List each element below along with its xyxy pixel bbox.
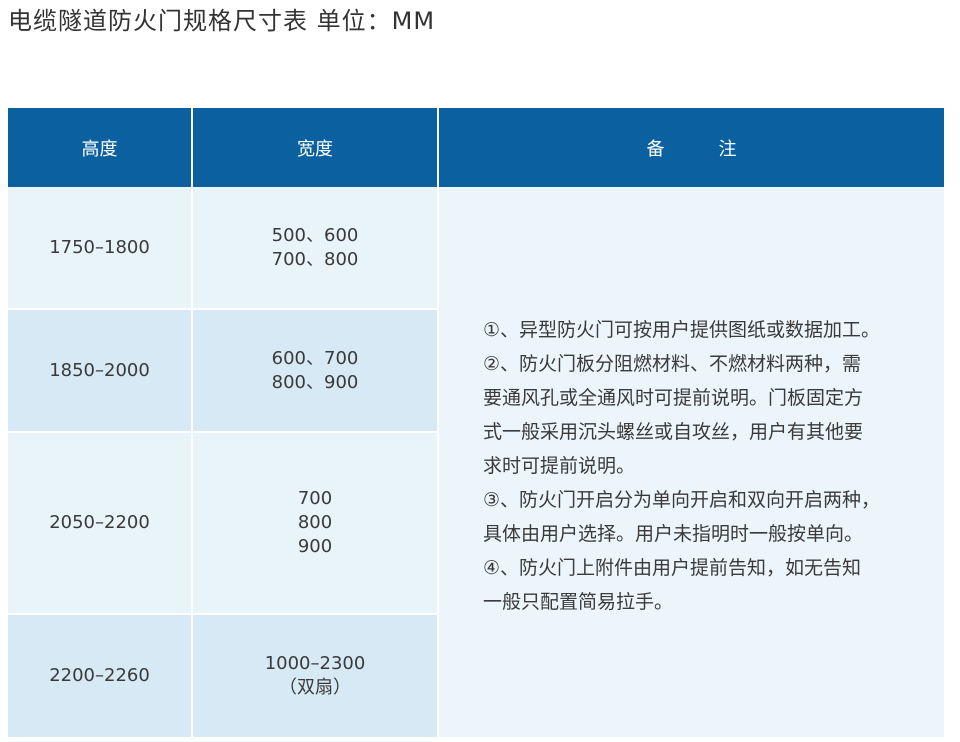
width-value: 500、600 xyxy=(271,224,359,246)
header-remarks: 备 注 xyxy=(438,108,944,187)
remark-line: 要通风孔或全通风时可提前说明。门板固定方 xyxy=(483,387,864,409)
width-value: 800 xyxy=(297,512,333,533)
remark-line: 一般只配置简易拉手。 xyxy=(483,591,674,613)
width-value: 700 xyxy=(297,488,333,509)
spec-table: 高度 宽度 备 注 1750–1800 500、600 700、800 ①、异型… xyxy=(8,108,944,739)
remark-line: ③、防火门开启分为单向开启和双向开启两种， xyxy=(483,489,881,511)
width-cell: 500、600 700、800 xyxy=(192,187,439,310)
width-cell: 1000–2300 （双扇） xyxy=(192,614,439,739)
remark-line: 具体由用户选择。用户未指明时一般按单向。 xyxy=(483,523,864,545)
height-cell: 2200–2260 xyxy=(8,614,193,739)
remark-line: 式一般采用沉头螺丝或自攻丝，用户有其他要 xyxy=(483,421,864,443)
page-title: 电缆隧道防火门规格尺寸表 单位：MM xyxy=(8,7,436,35)
remark-line: 求时可提前说明。 xyxy=(483,455,636,477)
table-header-row: 高度 宽度 备 注 xyxy=(8,108,944,187)
width-value: 800、900 xyxy=(271,371,359,393)
width-value: 1000–2300 xyxy=(264,653,366,674)
header-width: 宽度 xyxy=(192,108,439,187)
height-cell: 1750–1800 xyxy=(8,187,193,310)
remarks-cell: ①、异型防火门可按用户提供图纸或数据加工。 ②、防火门板分阻燃材料、不燃材料两种… xyxy=(438,187,944,739)
width-cell: 700 800 900 xyxy=(192,432,439,615)
height-cell: 2050–2200 xyxy=(8,432,193,615)
remark-line: ④、防火门上附件由用户提前告知，如无告知 xyxy=(483,557,862,579)
width-value: （双扇） xyxy=(279,677,351,698)
remark-line: ②、防火门板分阻燃材料、不燃材料两种，需 xyxy=(483,353,862,375)
width-value: 600、700 xyxy=(271,347,359,369)
width-value: 900 xyxy=(297,536,333,557)
table-row: 1750–1800 500、600 700、800 ①、异型防火门可按用户提供图… xyxy=(8,187,944,739)
remark-line: ①、异型防火门可按用户提供图纸或数据加工。 xyxy=(483,319,881,341)
width-cell: 600、700 800、900 xyxy=(192,309,439,433)
height-cell: 1850–2000 xyxy=(8,309,193,433)
width-value: 700、800 xyxy=(271,248,359,270)
header-height: 高度 xyxy=(8,108,193,187)
